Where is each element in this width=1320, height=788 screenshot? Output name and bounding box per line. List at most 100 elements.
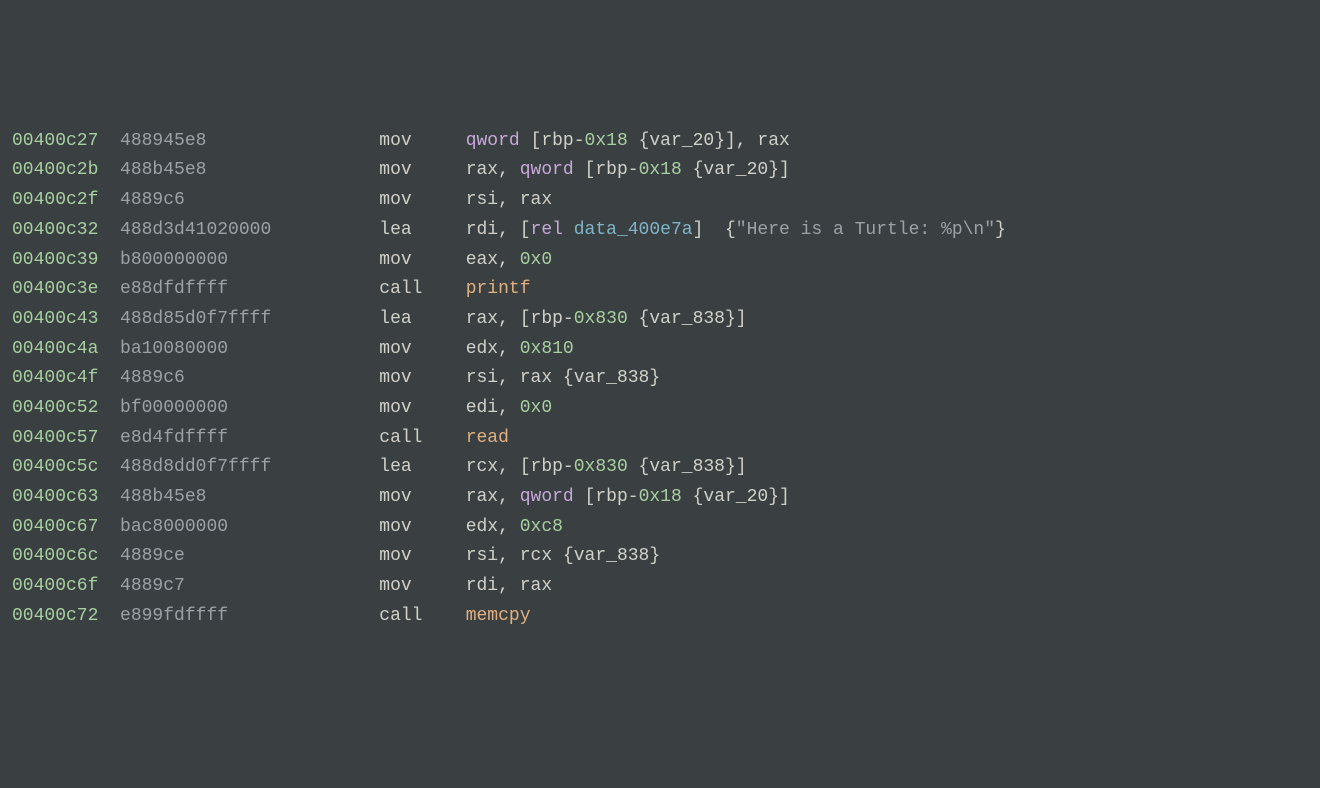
operand-token-var[interactable]: var_838 — [649, 457, 725, 477]
disasm-line[interactable]: 00400c5c 488d8dd0f7ffff lea rcx, [rbp-0x… — [12, 453, 1308, 483]
operand-token-var[interactable]: var_838 — [574, 546, 650, 566]
disasm-line[interactable]: 00400c43 488d85d0f7ffff lea rax, [rbp-0x… — [12, 305, 1308, 335]
address[interactable]: 00400c57 — [12, 428, 98, 448]
opcode-bytes: 488d8dd0f7ffff — [120, 457, 379, 477]
operand-token-reg: rax — [466, 487, 498, 507]
disasm-line[interactable]: 00400c39 b800000000 mov eax, 0x0 — [12, 246, 1308, 276]
address[interactable]: 00400c52 — [12, 398, 98, 418]
operand-token-punct: [ — [574, 487, 596, 507]
mnemonic: mov — [379, 487, 465, 507]
disasm-line[interactable]: 00400c6f 4889c7 mov rdi, rax — [12, 572, 1308, 602]
opcode-bytes: 4889c6 — [120, 368, 379, 388]
operand-token-punct: ] { — [693, 220, 736, 240]
address[interactable]: 00400c32 — [12, 220, 98, 240]
operand-token-num: 0x0 — [520, 398, 552, 418]
opcode-bytes: 488d3d41020000 — [120, 220, 379, 240]
disasm-line[interactable]: 00400c72 e899fdffff call memcpy — [12, 602, 1308, 632]
address[interactable]: 00400c2f — [12, 190, 98, 210]
address[interactable]: 00400c2b — [12, 160, 98, 180]
operand-token-sym[interactable]: memcpy — [466, 606, 531, 626]
opcode-bytes: e88dfdffff — [120, 279, 379, 299]
operand-token-punct: , — [498, 160, 520, 180]
operand-token-reg: rsi — [466, 368, 498, 388]
address[interactable]: 00400c6c — [12, 546, 98, 566]
disasm-line[interactable]: 00400c63 488b45e8 mov rax, qword [rbp-0x… — [12, 483, 1308, 513]
operand-token-punct: [ — [520, 131, 542, 151]
address[interactable]: 00400c67 — [12, 517, 98, 537]
operand-token-reg: rbp — [595, 160, 627, 180]
mnemonic: mov — [379, 368, 465, 388]
operand-token-reg: rax — [520, 190, 552, 210]
operand-token-punct: { — [682, 487, 704, 507]
operand-token-reg: rdi — [466, 220, 498, 240]
mnemonic: mov — [379, 131, 465, 151]
mnemonic: call — [379, 606, 465, 626]
operand-token-num: 0x0 — [520, 250, 552, 270]
address[interactable]: 00400c72 — [12, 606, 98, 626]
operand-token-reg: rax — [466, 160, 498, 180]
operand-token-punct: , — [498, 368, 520, 388]
mnemonic: mov — [379, 190, 465, 210]
mnemonic: mov — [379, 517, 465, 537]
disasm-line[interactable]: 00400c2b 488b45e8 mov rax, qword [rbp-0x… — [12, 156, 1308, 186]
opcode-bytes: b800000000 — [120, 250, 379, 270]
operand-token-punct: }], — [714, 131, 757, 151]
operand-token-reg: edx — [466, 339, 498, 359]
opcode-bytes: 488945e8 — [120, 131, 379, 151]
operand-token-dataref[interactable]: data_400e7a — [574, 220, 693, 240]
mnemonic: mov — [379, 576, 465, 596]
disasm-line[interactable]: 00400c57 e8d4fdffff call read — [12, 424, 1308, 454]
address[interactable]: 00400c6f — [12, 576, 98, 596]
operand-token-var[interactable]: var_20 — [703, 487, 768, 507]
opcode-bytes: bac8000000 — [120, 517, 379, 537]
operand-token-reg: edi — [466, 398, 498, 418]
operand-token-reg: rcx — [520, 546, 552, 566]
operand-token-punct: } — [649, 368, 660, 388]
disassembly-listing: 00400c27 488945e8 mov qword [rbp-0x18 {v… — [12, 127, 1308, 632]
operand-token-reg: rbp — [595, 487, 627, 507]
disasm-line[interactable]: 00400c2f 4889c6 mov rsi, rax — [12, 186, 1308, 216]
disasm-line[interactable]: 00400c52 bf00000000 mov edi, 0x0 — [12, 394, 1308, 424]
disasm-line[interactable]: 00400c27 488945e8 mov qword [rbp-0x18 {v… — [12, 127, 1308, 157]
address[interactable]: 00400c4f — [12, 368, 98, 388]
operand-token-punct: - — [563, 457, 574, 477]
operand-token-punct: { — [682, 160, 704, 180]
operand-token-punct — [563, 220, 574, 240]
operand-token-punct: , — [498, 576, 520, 596]
address[interactable]: 00400c3e — [12, 279, 98, 299]
operand-token-punct: , — [498, 398, 520, 418]
operand-token-punct: , [ — [498, 309, 530, 329]
operand-token-sym[interactable]: read — [466, 428, 509, 448]
mnemonic: call — [379, 428, 465, 448]
operand-token-num: 0x18 — [585, 131, 628, 151]
operand-token-kw: qword — [466, 131, 520, 151]
address[interactable]: 00400c4a — [12, 339, 98, 359]
disasm-line[interactable]: 00400c67 bac8000000 mov edx, 0xc8 — [12, 513, 1308, 543]
disasm-line[interactable]: 00400c32 488d3d41020000 lea rdi, [rel da… — [12, 216, 1308, 246]
address[interactable]: 00400c63 — [12, 487, 98, 507]
disasm-line[interactable]: 00400c3e e88dfdffff call printf — [12, 275, 1308, 305]
address[interactable]: 00400c43 — [12, 309, 98, 329]
disasm-line[interactable]: 00400c4f 4889c6 mov rsi, rax {var_838} — [12, 364, 1308, 394]
address[interactable]: 00400c39 — [12, 250, 98, 270]
operand-token-var[interactable]: var_838 — [649, 309, 725, 329]
operand-token-punct: , [ — [498, 457, 530, 477]
operand-token-punct: , — [498, 250, 520, 270]
operand-token-punct: { — [628, 131, 650, 151]
opcode-bytes: 4889ce — [120, 546, 379, 566]
operand-token-var[interactable]: var_20 — [649, 131, 714, 151]
operand-token-punct: }] — [768, 160, 790, 180]
operand-token-punct: , — [498, 546, 520, 566]
disasm-line[interactable]: 00400c6c 4889ce mov rsi, rcx {var_838} — [12, 542, 1308, 572]
operand-token-str: "Here is a Turtle: %p\n" — [736, 220, 995, 240]
address[interactable]: 00400c5c — [12, 457, 98, 477]
operand-token-punct: - — [574, 131, 585, 151]
operand-token-punct: { — [552, 546, 574, 566]
address[interactable]: 00400c27 — [12, 131, 98, 151]
operand-token-var[interactable]: var_20 — [703, 160, 768, 180]
operand-token-sym[interactable]: printf — [466, 279, 531, 299]
operand-token-reg: rbp — [541, 131, 573, 151]
disasm-line[interactable]: 00400c4a ba10080000 mov edx, 0x810 — [12, 335, 1308, 365]
operand-token-reg: rsi — [466, 546, 498, 566]
operand-token-var[interactable]: var_838 — [574, 368, 650, 388]
